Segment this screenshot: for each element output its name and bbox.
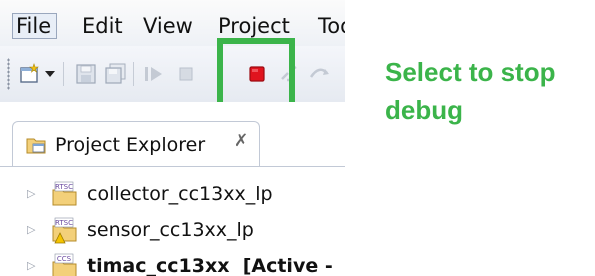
ccs-project-icon: CCS bbox=[51, 252, 79, 276]
eclipse-window-crop: File Edit View Project Too bbox=[0, 0, 345, 276]
rtsc-project-warning-icon: RTSC bbox=[51, 216, 79, 244]
toolbar-separator bbox=[63, 62, 64, 86]
dropdown-arrow-icon[interactable] bbox=[42, 60, 58, 88]
tab-divider bbox=[0, 166, 345, 167]
expand-arrow-icon[interactable]: ▷ bbox=[27, 223, 35, 236]
save-icon[interactable] bbox=[72, 60, 100, 88]
menu-view[interactable]: View bbox=[143, 14, 193, 38]
rtsc-project-icon: RTSC bbox=[51, 180, 79, 208]
expand-arrow-icon[interactable]: ▷ bbox=[27, 187, 35, 200]
expand-arrow-icon[interactable]: ▷ bbox=[27, 259, 35, 272]
project-status: [Active - bbox=[242, 255, 333, 276]
menu-project[interactable]: Project bbox=[218, 14, 290, 38]
project-explorer-view: Project Explorer ✗ ▷ RTSC collector_cc13… bbox=[0, 102, 345, 276]
tree-row-timac[interactable]: ▷ CCS timac_cc13xx [Active - bbox=[0, 249, 345, 276]
close-icon[interactable]: ✗ bbox=[234, 131, 248, 151]
step-icon[interactable] bbox=[306, 60, 334, 88]
project-name: timac_cc13xx [Active - bbox=[87, 255, 333, 276]
menu-tools[interactable]: Too bbox=[318, 14, 345, 38]
project-explorer-icon bbox=[25, 134, 49, 160]
resume-icon[interactable] bbox=[140, 60, 168, 88]
suspend-icon[interactable] bbox=[172, 60, 200, 88]
rtsc-badge: RTSC bbox=[55, 183, 73, 191]
tree-row-sensor[interactable]: ▷ RTSC sensor_cc13xx_lp bbox=[0, 213, 345, 249]
tab-project-explorer[interactable]: Project Explorer ✗ bbox=[12, 121, 260, 167]
ccs-badge: CCS bbox=[57, 255, 72, 263]
project-name: collector_cc13xx_lp bbox=[87, 183, 273, 205]
tab-project-explorer-label: Project Explorer bbox=[55, 134, 206, 156]
new-wizard-icon[interactable] bbox=[16, 60, 44, 88]
project-name-text: timac_cc13xx bbox=[87, 255, 230, 276]
toolbar-grip[interactable] bbox=[7, 58, 10, 90]
menu-edit[interactable]: Edit bbox=[82, 14, 123, 38]
project-name: sensor_cc13xx_lp bbox=[87, 219, 254, 241]
menu-file[interactable]: File bbox=[12, 13, 58, 39]
callout-annotation: Select to stop debug bbox=[385, 53, 590, 129]
callout-line-1: Select to stop bbox=[385, 57, 556, 87]
save-all-icon[interactable] bbox=[102, 60, 130, 88]
tree-row-collector[interactable]: ▷ RTSC collector_cc13xx_lp bbox=[0, 177, 345, 213]
toolbar-separator bbox=[133, 62, 134, 86]
callout-line-2: debug bbox=[385, 95, 463, 125]
rtsc-badge: RTSC bbox=[55, 219, 73, 227]
